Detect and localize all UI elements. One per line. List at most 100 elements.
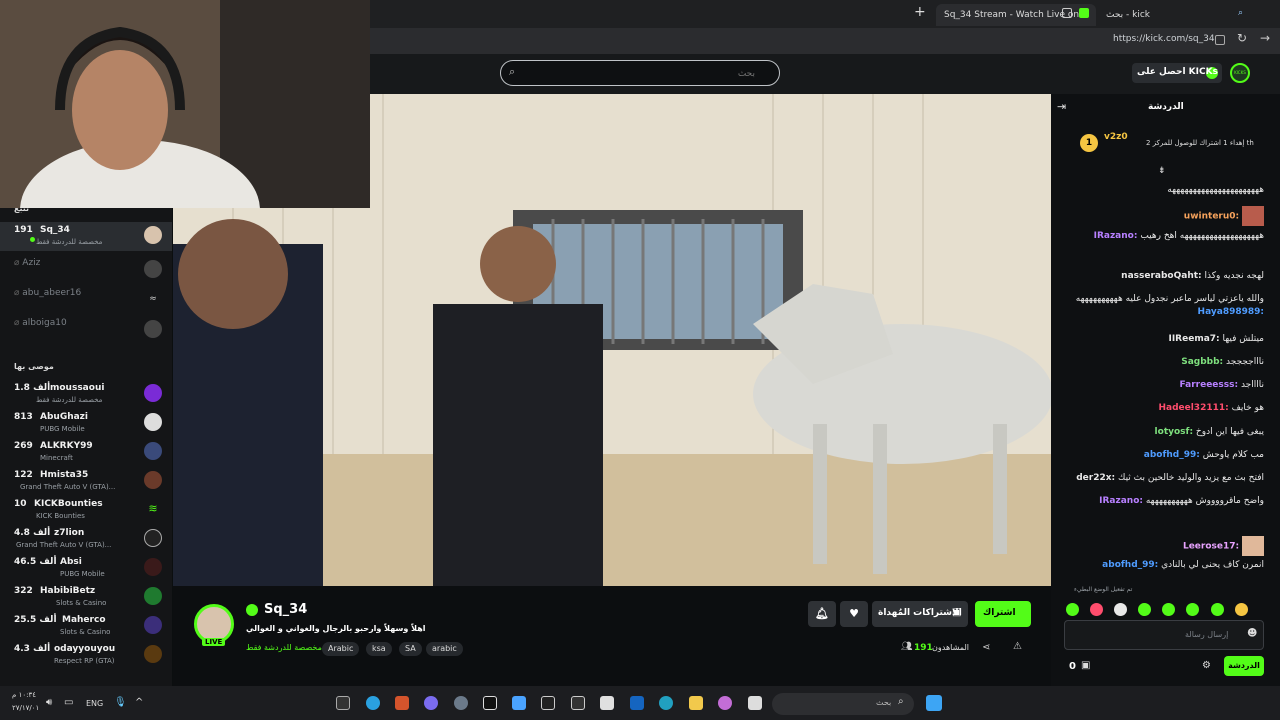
message-user[interactable]: IRazano: [1099, 496, 1143, 506]
sidebar-item-kickbounties[interactable]: 10 KICKBounties KICK Bounties ≋ [0, 496, 172, 525]
message-user[interactable]: abofhd_99: [1144, 450, 1200, 460]
emote-image [1242, 536, 1264, 556]
chat-filter-icon[interactable]: ⇟ [1158, 166, 1166, 176]
edge-icon[interactable] [659, 696, 673, 710]
app-icon[interactable] [571, 696, 585, 710]
tab-stream-label: Sq_34 Stream - Watch Live on [944, 10, 1080, 20]
reload-icon[interactable]: ↻ [1237, 31, 1247, 45]
sidebar-item-moussaoui[interactable]: 1.8 ألف moussaoui مخصصة للدردشة فقط [0, 380, 172, 409]
discord-icon[interactable] [424, 696, 438, 710]
message-text: ههههههههههههههههههههههه [1167, 185, 1264, 195]
chat-send-button[interactable]: الدردشة [1224, 656, 1264, 676]
language-indicator[interactable]: ENG [86, 699, 103, 708]
sidebar-item-abughazi[interactable]: 813 AbuGhazi PUBG Mobile [0, 409, 172, 438]
network-icon[interactable]: ▭ [64, 697, 73, 708]
channel-viewers: 4.8 ألف [14, 528, 51, 538]
search-input[interactable] [501, 62, 779, 86]
channel-category: Grand Theft Auto V (GTA)... [16, 541, 112, 549]
message-user[interactable]: lotyosf: [1155, 427, 1194, 437]
emote-icon[interactable] [1186, 603, 1200, 616]
sidebar-item-alkrky99[interactable]: 269 ALKRKY99 Minecraft [0, 438, 172, 467]
search-bar[interactable]: ⌕ [500, 60, 780, 86]
folder-icon[interactable] [689, 696, 703, 710]
url-text[interactable]: https://kick.com/sq_34 [1113, 34, 1215, 44]
volume-icon[interactable]: 🔊︎ [46, 697, 52, 708]
sidebar-item-absi[interactable]: 46.5 ألف Absi PUBG Mobile [0, 554, 172, 583]
window-icon[interactable] [748, 696, 762, 710]
message-user[interactable]: Hadeel32111: [1158, 403, 1228, 413]
copilot-icon[interactable] [718, 696, 732, 710]
sidebar-item-alboiga10[interactable]: ⌀ alboiga10 [14, 318, 172, 340]
message-user[interactable]: abofhd_99: [1102, 560, 1158, 570]
tiktok-icon[interactable] [483, 696, 497, 710]
sidebar-item-maherco[interactable]: 25.5 ألف Maherco Slots & Casino [0, 612, 172, 641]
mic-icon[interactable]: 🎙︎ [114, 697, 127, 708]
forward-arrow-icon[interactable]: → [1260, 31, 1270, 45]
tag-sa[interactable]: SA [399, 642, 422, 656]
emote-icon[interactable] [1066, 603, 1079, 616]
chat-input-box[interactable]: إرسال رسالة ☻ [1064, 620, 1264, 650]
sidebar-item-sq34[interactable]: 191 Sq_34 مخصصة للدردشة فقط [0, 222, 172, 251]
message-user[interactable]: Leerose17: [1183, 542, 1239, 552]
message-user[interactable]: IRazano: [1094, 231, 1138, 241]
audio-icon[interactable] [1062, 8, 1072, 18]
emote-icon[interactable] [1162, 603, 1176, 616]
sidebar-item-z7lion[interactable]: 4.8 ألف z7lion Grand Theft Auto V (GTA).… [0, 525, 172, 554]
message-user[interactable]: uwinteru0: [1184, 212, 1239, 222]
store-icon[interactable] [600, 696, 614, 710]
tray-chevron-icon[interactable]: ^ [135, 697, 143, 708]
chat-settings-icon[interactable]: ⚙ [1202, 660, 1211, 671]
message-user[interactable]: der22x: [1076, 473, 1115, 483]
sidebar-item-habibibetz[interactable]: 322 HabibiBetz Slots & Casino [0, 583, 172, 612]
channel-title[interactable]: Sq_34 [264, 602, 307, 617]
taskbar-search[interactable]: بحث ⌕ [772, 693, 914, 715]
follow-button[interactable]: ♥ [840, 601, 868, 627]
stream-category[interactable]: مخصصة للدردشة فقط [246, 643, 322, 652]
sidebar-item-abu-abeer16[interactable]: ⌀ abu_abeer16 ≈ [14, 288, 172, 310]
tag-ksa[interactable]: ksa [366, 642, 392, 656]
emote-icon[interactable] [1234, 603, 1248, 616]
emote-icon[interactable] [1138, 603, 1152, 616]
sidebar-item-odayyouyou[interactable]: 4.3 ألف odayyouyou Respect RP (GTA) [0, 641, 172, 670]
settings-icon[interactable] [454, 696, 468, 710]
points-icon[interactable]: ▣ [1081, 660, 1090, 671]
message-user[interactable]: Haya898989: [1198, 307, 1264, 317]
emote-icon[interactable] [1210, 603, 1224, 616]
report-icon[interactable]: ⚠ [1013, 641, 1022, 652]
gift-subs-button[interactable]: ▣ الاشتراكات المُهداة [872, 601, 968, 627]
notifications-button[interactable]: 🔔︎ [808, 601, 836, 627]
share-icon[interactable]: ⋖ [982, 642, 990, 653]
message-user[interactable]: nasseraboQaht: [1121, 271, 1201, 281]
message-user[interactable]: IIReema7: [1168, 334, 1219, 344]
ctrl-icon[interactable] [541, 696, 555, 710]
terminal-icon[interactable] [336, 696, 350, 710]
message-user[interactable]: Sagbbb: [1181, 357, 1223, 367]
search-icon: ⌕ [509, 65, 516, 78]
pinned-leaderboard[interactable]: 1 v2z0 إهداء 1 اشتراك للوصول للمركز 2 th [1052, 124, 1280, 166]
windows-start-icon[interactable] [926, 695, 942, 711]
emote-icon[interactable] [1090, 603, 1104, 616]
outlook-icon[interactable] [630, 696, 644, 710]
channel-name: odayyouyou [54, 644, 116, 654]
new-tab-button[interactable]: + [914, 4, 926, 20]
telegram-icon[interactable] [366, 696, 380, 710]
copy-link-icon[interactable] [1215, 35, 1225, 45]
collapse-chat-icon[interactable]: ⇥ [1057, 100, 1066, 113]
emote-icon[interactable] [1114, 603, 1128, 616]
message-user[interactable]: Farreeesss: [1180, 380, 1239, 390]
user-avatar[interactable]: KICKS [1230, 63, 1250, 83]
subscribe-button[interactable]: اشتراك [975, 601, 1031, 627]
taskbar-search-placeholder: بحث [876, 698, 892, 707]
chat-message: انمرن كاف يحنى لي بالنادي abofhd_99: [1064, 559, 1264, 572]
tab-search-icon[interactable]: ⌕ [1238, 8, 1243, 18]
window-icon[interactable] [512, 696, 526, 710]
sidebar-item-hmista35[interactable]: 122 Hmista35 Grand Theft Auto V (GTA)... [0, 467, 172, 496]
tab-search[interactable]: بحث - kick [1098, 4, 1218, 26]
app-icon[interactable] [395, 696, 409, 710]
emoji-icon[interactable]: ☻ [1247, 628, 1257, 639]
get-kicks-button[interactable]: احصل على KICKs [1132, 63, 1222, 83]
sidebar-item-aziz[interactable]: ⌀ Aziz [14, 258, 172, 280]
tag-arabic-lower[interactable]: arabic [426, 642, 463, 656]
tab-stream[interactable]: Sq_34 Stream - Watch Live on [936, 4, 1096, 26]
tag-arabic[interactable]: Arabic [322, 642, 360, 656]
